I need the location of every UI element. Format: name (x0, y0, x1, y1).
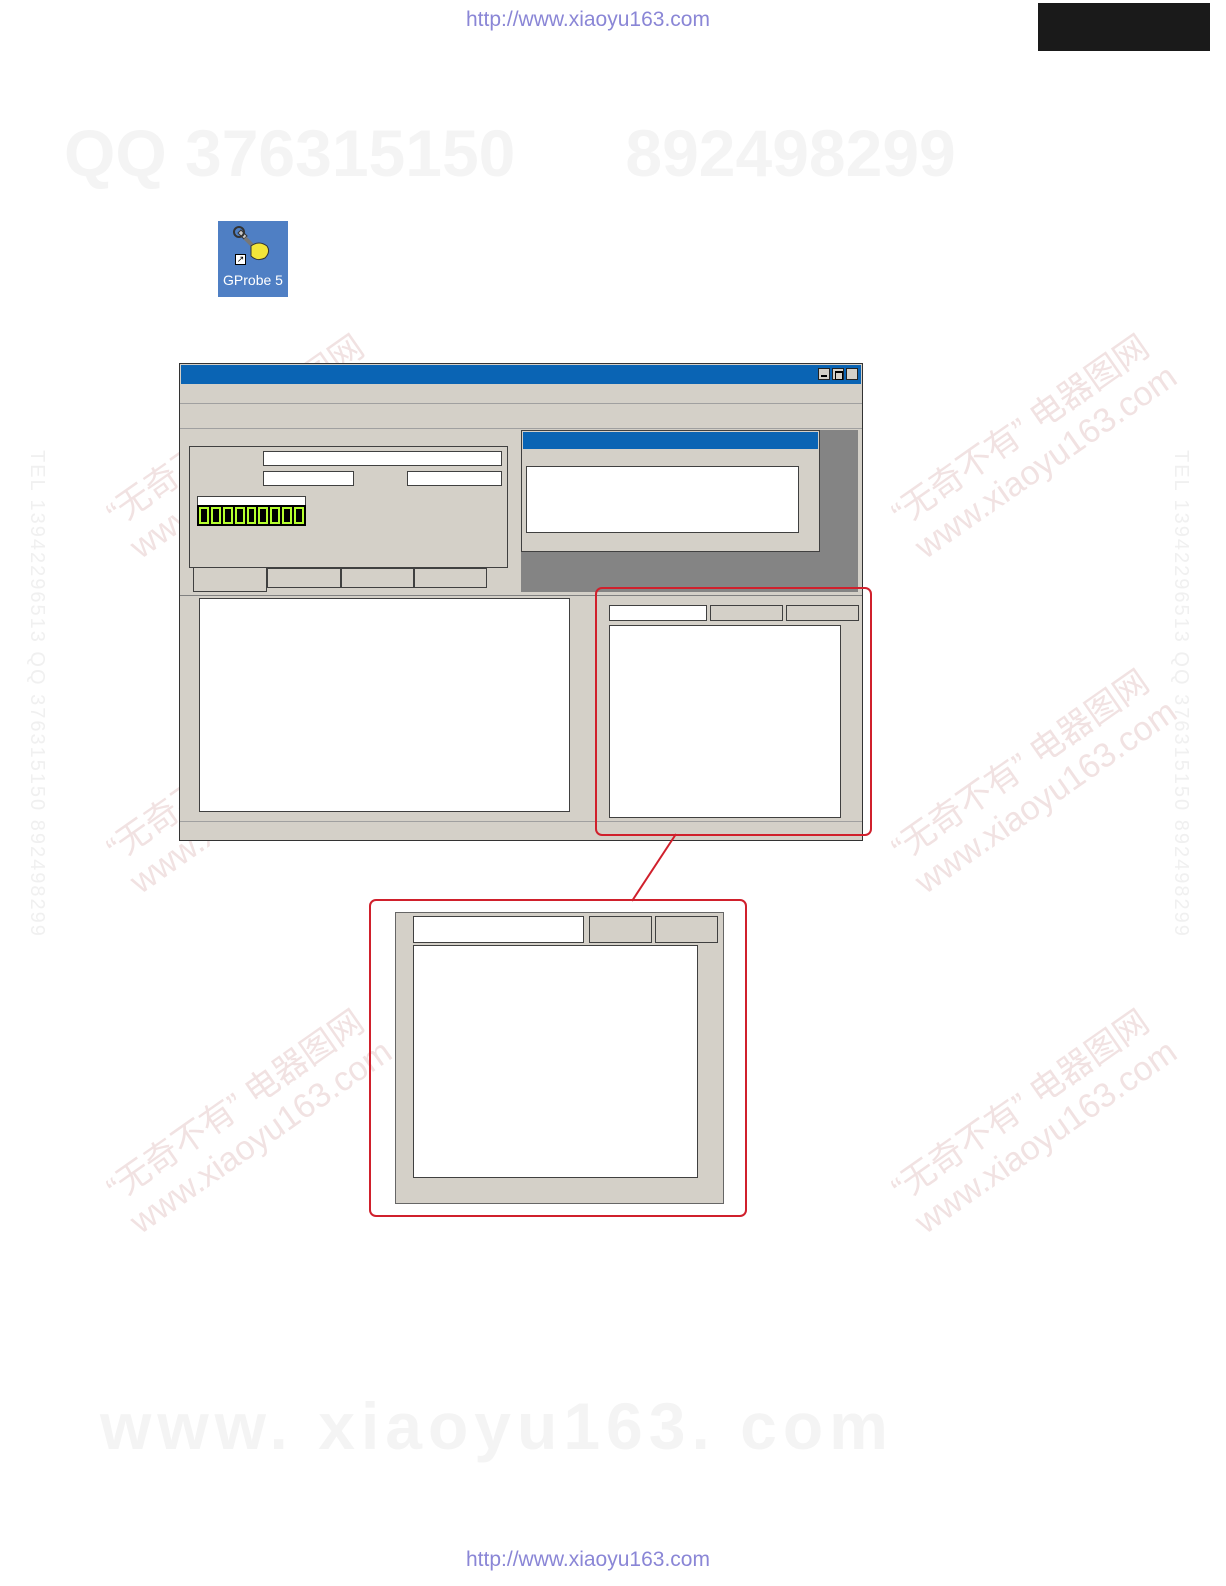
minimize-button[interactable] (818, 368, 830, 380)
magnified-callout (369, 899, 747, 1217)
device-field[interactable] (263, 451, 502, 466)
close-button[interactable] (846, 368, 858, 380)
tab-3[interactable] (341, 568, 414, 588)
diag-watermark-2: “无奇不有” 电器图网 www.xiaoyu163.com (885, 327, 1184, 567)
child-title-bar[interactable] (523, 432, 818, 449)
magnified-output-pane[interactable] (413, 945, 698, 1178)
led-indicator-panel (197, 505, 306, 526)
led-icon (258, 507, 269, 524)
tab-2[interactable] (267, 568, 341, 588)
shortcut-label: GProbe 5 (223, 272, 283, 288)
port-field[interactable] (263, 471, 354, 486)
corner-black-box (1038, 3, 1210, 51)
led-icon (234, 507, 245, 524)
tab-4[interactable] (414, 568, 487, 588)
vertical-watermark-left: TEL 13942296513 QQ 376315150 892498299 (26, 450, 48, 938)
led-icon (294, 507, 305, 524)
title-bar[interactable] (181, 365, 861, 384)
connection-group (189, 446, 508, 568)
top-watermark-url: http://www.xiaoyu163.com (466, 8, 710, 31)
child-text-area[interactable] (526, 466, 799, 533)
led-icon (270, 507, 281, 524)
led-icon (222, 507, 233, 524)
led-icon (246, 507, 257, 524)
diag-watermark-5: “无奇不有” 电器图网 www.xiaoyu163.com (100, 1002, 399, 1242)
diag-watermark-6: “无奇不有” 电器图网 www.xiaoyu163.com (885, 1002, 1184, 1242)
led-icon (199, 507, 209, 524)
led-icon (282, 507, 293, 524)
magnified-command-input[interactable] (413, 916, 584, 943)
magnified-button-2[interactable] (655, 916, 718, 943)
callout-highlight (595, 587, 872, 836)
qq-watermark: QQ 376315150 892498299 (64, 116, 956, 190)
tab-1[interactable] (193, 568, 267, 592)
shortcut-arrow-icon: ↗ (235, 254, 246, 265)
toolbar (180, 405, 862, 429)
log-pane[interactable] (199, 598, 570, 812)
menu-bar (180, 384, 862, 404)
magnified-button-1[interactable] (589, 916, 652, 943)
bottom-watermark-url: http://www.xiaoyu163.com (466, 1548, 710, 1571)
callout-connector (631, 833, 677, 902)
magnified-panel (395, 912, 724, 1204)
led-icon (210, 507, 221, 524)
vertical-watermark-right: TEL 13942296513 QQ 376315150 892498299 (1170, 450, 1192, 938)
child-window (521, 430, 820, 552)
bottom-big-watermark: www. xiaoyu163. com (100, 1389, 894, 1463)
maximize-button[interactable] (832, 368, 844, 380)
diag-watermark-4: “无奇不有” 电器图网 www.xiaoyu163.com (885, 662, 1184, 902)
gprobe-shortcut[interactable]: ↗ GProbe 5 (218, 221, 288, 297)
speed-field[interactable] (407, 471, 502, 486)
